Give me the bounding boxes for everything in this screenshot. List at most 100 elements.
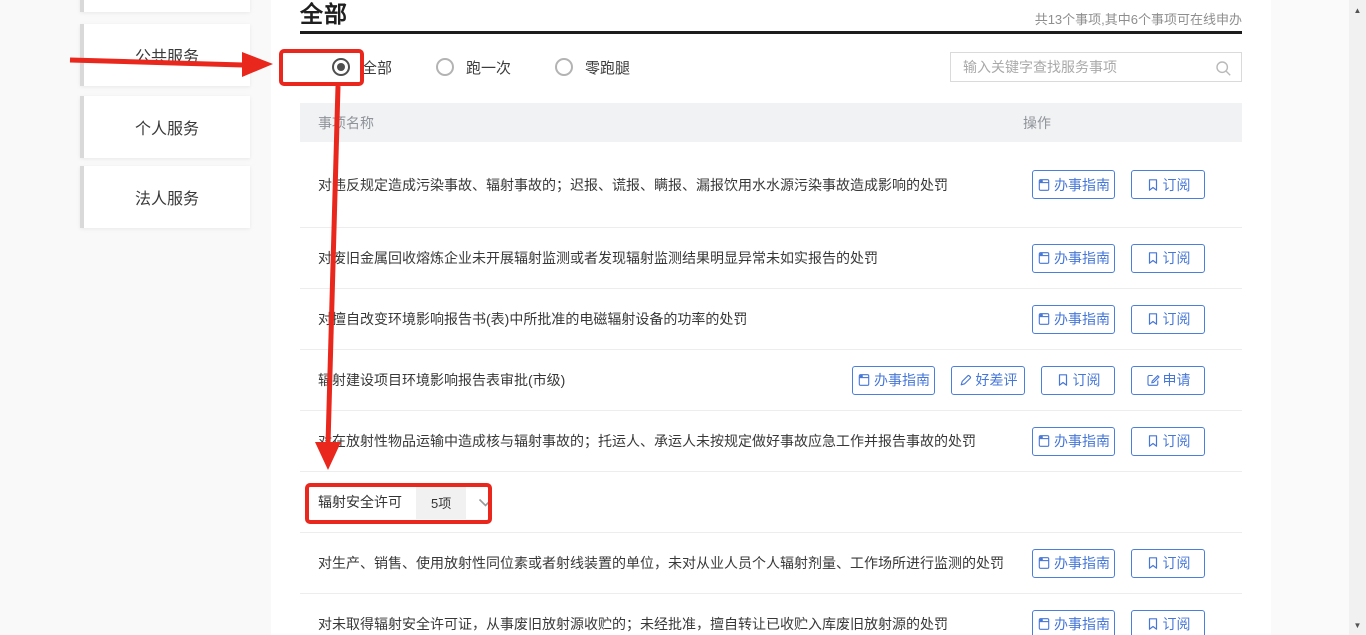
bookmark-icon bbox=[1146, 178, 1160, 192]
service-item-name: 对生产、销售、使用放射性同位素或者射线装置的单位，未对从业人员个人辐射剂量、工作… bbox=[318, 555, 1004, 571]
button-label: 订阅 bbox=[1162, 433, 1191, 449]
service-item-name: 辐射建设项目环境影响报告表审批(市级) bbox=[318, 372, 566, 388]
sidebar-item-法人服务[interactable]: 法人服务 bbox=[80, 166, 250, 228]
guide-button[interactable]: 办事指南 bbox=[1032, 609, 1115, 635]
chevron-down-icon[interactable] bbox=[478, 498, 493, 507]
table-row: 对未取得辐射安全许可证，从事废旧放射源收贮的；未经批准，擅自转让已收贮入库废旧放… bbox=[300, 594, 1242, 635]
row-actions: 办事指南 订阅 bbox=[1032, 426, 1205, 456]
items-count: 共13个事项,其中6个事项可在线申办 bbox=[1034, 12, 1242, 27]
search-box bbox=[950, 52, 1242, 82]
search-icon[interactable] bbox=[1215, 60, 1232, 82]
bookmark-icon bbox=[1146, 556, 1160, 570]
table-row: 对生产、销售、使用放射性同位素或者射线装置的单位，未对从业人员个人辐射剂量、工作… bbox=[300, 533, 1242, 594]
bookmark-icon bbox=[1146, 617, 1160, 631]
sidebar: 公共服务个人服务法人服务 bbox=[0, 0, 271, 635]
table-row: 对违反规定造成污染事故、辐射事故的；迟报、谎报、瞒报、漏报饮用水水源污染事故造成… bbox=[300, 142, 1242, 228]
subscribe-button[interactable]: 订阅 bbox=[1131, 426, 1205, 456]
radio-label: 全部 bbox=[362, 59, 393, 77]
page-title: 全部 bbox=[300, 1, 348, 27]
row-actions: 办事指南 好差评 订阅 申请 bbox=[852, 365, 1205, 395]
button-label: 订阅 bbox=[1162, 176, 1191, 193]
category-count-badge: 5项 bbox=[416, 485, 467, 519]
radio-label: 零跑腿 bbox=[585, 59, 631, 77]
radio-option-1[interactable]: 跑一次 bbox=[436, 57, 511, 78]
button-label: 办事指南 bbox=[874, 372, 930, 388]
radio-option-2[interactable]: 零跑腿 bbox=[555, 57, 630, 78]
button-label: 办事指南 bbox=[1054, 616, 1110, 632]
page-scrollbar[interactable]: ▲ ▼ bbox=[1349, 0, 1366, 635]
column-header-actions: 操作 bbox=[1023, 114, 1051, 131]
category-row: 辐射安全许可 5项 bbox=[300, 472, 1242, 533]
button-label: 办事指南 bbox=[1054, 433, 1110, 449]
sidebar-item-label: 公共服务 bbox=[134, 49, 199, 66]
title-divider bbox=[300, 31, 1242, 34]
bookmark-icon bbox=[1056, 373, 1070, 387]
button-label: 订阅 bbox=[1162, 311, 1191, 327]
subscribe-button[interactable]: 订阅 bbox=[1041, 365, 1115, 395]
button-label: 办事指南 bbox=[1054, 176, 1110, 193]
button-label: 订阅 bbox=[1162, 555, 1191, 571]
search-input[interactable] bbox=[951, 53, 1241, 81]
subscribe-button[interactable]: 订阅 bbox=[1131, 304, 1205, 334]
bookmark-icon bbox=[1146, 434, 1160, 448]
radio-circle-icon[interactable] bbox=[555, 58, 574, 76]
table-row: 对废旧金属回收熔炼企业未开展辐射监测或者发现辐射监测结果明显异常未如实报告的处罚… bbox=[300, 228, 1242, 289]
main-panel: 全部 共13个事项,其中6个事项可在线申办 全部跑一次零跑腿 事项名称 操作 对… bbox=[271, 0, 1271, 635]
service-item-name: 对违反规定造成污染事故、辐射事故的；迟报、谎报、瞒报、漏报饮用水水源污染事故造成… bbox=[318, 176, 948, 193]
service-item-name: 对废旧金属回收熔炼企业未开展辐射监测或者发现辐射监测结果明显异常未如实报告的处罚 bbox=[318, 250, 878, 266]
service-item-name: 对在放射性物品运输中造成核与辐射事故的；托运人、承运人未按规定做好事故应急工作并… bbox=[318, 433, 976, 449]
column-header-name: 事项名称 bbox=[318, 114, 374, 131]
subscribe-button[interactable]: 订阅 bbox=[1131, 243, 1205, 273]
document-icon bbox=[1037, 178, 1051, 192]
document-icon bbox=[1037, 434, 1051, 448]
scroll-up-arrow-icon[interactable]: ▲ bbox=[1349, 2, 1366, 18]
pen-icon bbox=[959, 373, 973, 387]
radio-label: 跑一次 bbox=[466, 59, 512, 77]
row-actions: 办事指南 订阅 bbox=[1032, 243, 1205, 273]
right-gutter bbox=[1271, 0, 1349, 635]
table-row: 辐射建设项目环境影响报告表审批(市级) 办事指南 好差评 订阅 申请 bbox=[300, 350, 1242, 411]
row-actions: 办事指南 订阅 bbox=[1032, 170, 1205, 199]
button-label: 好差评 bbox=[975, 372, 1018, 388]
service-item-name: 对擅自改变环境影响报告书(表)中所批准的电磁辐射设备的功率的处罚 bbox=[318, 311, 748, 327]
sidebar-item-label: 法人服务 bbox=[134, 191, 199, 208]
guide-button[interactable]: 办事指南 bbox=[1032, 170, 1115, 199]
subscribe-button[interactable]: 订阅 bbox=[1131, 548, 1205, 578]
button-label: 办事指南 bbox=[1054, 555, 1110, 571]
row-actions: 办事指南 订阅 bbox=[1032, 304, 1205, 334]
button-label: 办事指南 bbox=[1054, 311, 1110, 327]
rate-button[interactable]: 好差评 bbox=[951, 365, 1025, 395]
radio-option-0[interactable]: 全部 bbox=[332, 57, 392, 78]
guide-button[interactable]: 办事指南 bbox=[1032, 304, 1115, 334]
bookmark-icon bbox=[1146, 312, 1160, 326]
guide-button[interactable]: 办事指南 bbox=[1032, 243, 1115, 273]
sidebar-item-公共服务[interactable]: 公共服务 bbox=[80, 24, 250, 86]
button-label: 订阅 bbox=[1072, 372, 1101, 388]
document-icon bbox=[857, 373, 871, 387]
radio-circle-icon[interactable] bbox=[332, 58, 350, 76]
sidebar-item-label: 个人服务 bbox=[134, 121, 199, 138]
table-row: 对擅自改变环境影响报告书(表)中所批准的电磁辐射设备的功率的处罚 办事指南 订阅 bbox=[300, 289, 1242, 350]
row-actions: 办事指南 订阅 bbox=[1032, 548, 1205, 578]
radio-circle-icon[interactable] bbox=[436, 58, 455, 76]
page-background: 公共服务 个人服务 法人服务 全部 共13个事项,其中6个事项可在线申办 全部 跑一次… bbox=[0, 0, 1366, 635]
document-icon bbox=[1037, 312, 1051, 326]
scroll-down-arrow-icon[interactable]: ▼ bbox=[1349, 617, 1366, 633]
subscribe-button[interactable]: 订阅 bbox=[1131, 609, 1205, 635]
guide-button[interactable]: 办事指南 bbox=[1032, 426, 1115, 456]
category-label: 辐射安全许可 bbox=[318, 494, 402, 510]
subscribe-button[interactable]: 订阅 bbox=[1131, 170, 1205, 199]
filter-row: 全部 跑一次 零跑腿 bbox=[300, 52, 1242, 82]
sidebar-item-个人服务[interactable]: 个人服务 bbox=[80, 96, 250, 158]
guide-button[interactable]: 办事指南 bbox=[852, 365, 935, 395]
bookmark-icon bbox=[1146, 251, 1160, 265]
sidebar-item-partial[interactable] bbox=[80, 0, 250, 12]
radio-group: 全部 跑一次 零跑腿 bbox=[332, 52, 630, 82]
document-icon bbox=[1037, 617, 1051, 631]
apply-button[interactable]: 申请 bbox=[1131, 365, 1205, 395]
guide-button[interactable]: 办事指南 bbox=[1032, 548, 1115, 578]
button-label: 订阅 bbox=[1162, 250, 1191, 266]
button-label: 订阅 bbox=[1162, 616, 1191, 632]
edit-square-icon bbox=[1146, 373, 1160, 387]
service-item-name: 对未取得辐射安全许可证，从事废旧放射源收贮的；未经批准，擅自转让已收贮入库废旧放… bbox=[318, 616, 948, 632]
